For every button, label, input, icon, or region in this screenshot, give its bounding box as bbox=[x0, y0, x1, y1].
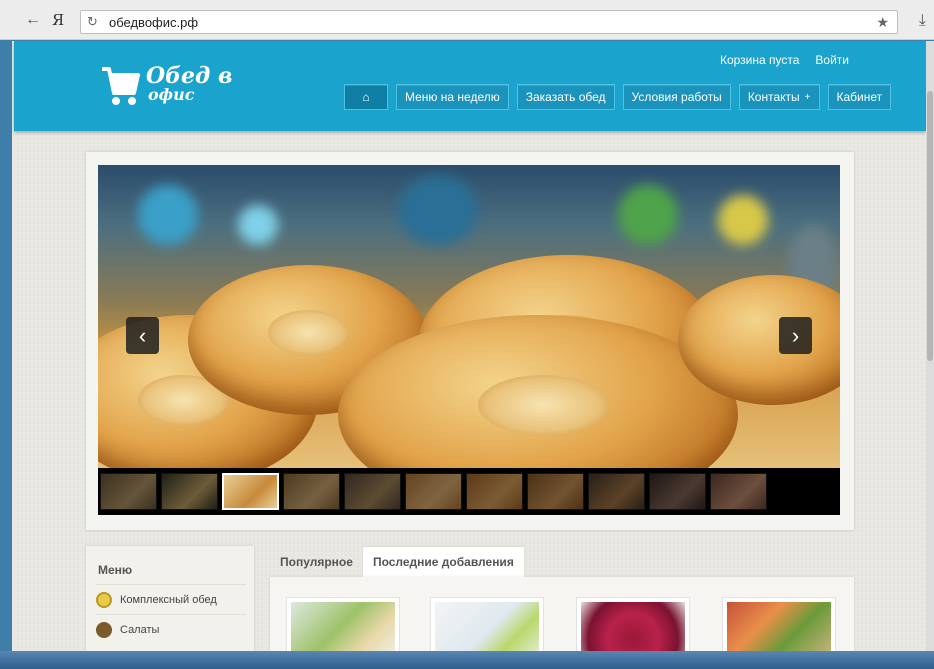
site-logo[interactable]: Обед в офис bbox=[100, 65, 232, 107]
nav-menu-week[interactable]: Меню на неделю bbox=[396, 84, 509, 110]
product-card[interactable] bbox=[430, 597, 544, 651]
slider-thumbnail[interactable] bbox=[222, 473, 279, 510]
slider-next-button[interactable]: › bbox=[779, 317, 812, 354]
sidebar-item-salads[interactable]: Салаты bbox=[96, 614, 246, 644]
browser-toolbar: ← Я ↻ обедвофис.рф ★ ⤓ bbox=[0, 0, 934, 40]
slider-thumbnail[interactable] bbox=[283, 473, 340, 510]
tab-latest[interactable]: Последние добавления bbox=[362, 547, 524, 577]
sidebar-menu: Меню Комплексный обед Салаты bbox=[86, 546, 254, 651]
back-arrow-icon[interactable]: ← bbox=[22, 9, 44, 31]
main-navigation: ⌂ Меню на неделю Заказать обед Условия р… bbox=[344, 84, 892, 110]
slider-thumbnail[interactable] bbox=[588, 473, 645, 510]
nav-order-lunch[interactable]: Заказать обед bbox=[516, 84, 615, 110]
nav-terms[interactable]: Условия работы bbox=[622, 84, 731, 110]
logo-subtitle: офис bbox=[148, 85, 195, 104]
tab-popular[interactable]: Популярное bbox=[270, 547, 363, 577]
nav-home-button[interactable]: ⌂ bbox=[344, 84, 388, 110]
yandex-logo[interactable]: Я bbox=[52, 11, 64, 29]
shopping-cart-icon bbox=[102, 67, 140, 105]
product-image bbox=[291, 602, 395, 651]
slider-thumbnail[interactable] bbox=[527, 473, 584, 510]
lunch-icon bbox=[96, 591, 112, 608]
slider-thumbnails bbox=[98, 468, 840, 515]
product-image bbox=[727, 602, 831, 651]
product-image bbox=[581, 602, 685, 651]
cart-status-link[interactable]: Корзина пуста bbox=[720, 53, 799, 67]
bookmark-star-icon[interactable]: ★ bbox=[876, 14, 889, 31]
nav-contacts-label: Контакты bbox=[747, 90, 800, 104]
products-panel bbox=[270, 577, 854, 651]
product-image bbox=[435, 602, 539, 651]
sidebar-item-label: Салаты bbox=[120, 623, 160, 636]
download-icon[interactable]: ⤓ bbox=[919, 12, 926, 30]
login-link[interactable]: Войти bbox=[815, 53, 849, 67]
reload-icon[interactable]: ↻ bbox=[87, 14, 103, 30]
image-slider: ‹ › bbox=[86, 152, 854, 530]
home-icon: ⌂ bbox=[362, 90, 370, 104]
product-tabs: Популярное Последние добавления bbox=[270, 547, 524, 577]
slide-image-pastries: ‹ › bbox=[98, 165, 840, 468]
expand-plus-icon: + bbox=[804, 91, 811, 103]
product-card[interactable] bbox=[722, 597, 836, 651]
sidebar-item-complex-lunch[interactable]: Комплексный обед bbox=[96, 584, 246, 614]
sidebar-item-label: Комплексный обед bbox=[120, 593, 217, 606]
nav-cabinet[interactable]: Кабинет bbox=[827, 84, 892, 110]
slider-thumbnail[interactable] bbox=[344, 473, 401, 510]
slider-thumbnail[interactable] bbox=[161, 473, 218, 510]
slider-thumbnail[interactable] bbox=[649, 473, 706, 510]
slider-thumbnail[interactable] bbox=[100, 473, 157, 510]
slider-thumbnail[interactable] bbox=[466, 473, 523, 510]
product-card[interactable] bbox=[576, 597, 690, 651]
salad-icon bbox=[96, 621, 112, 638]
slider-prev-button[interactable]: ‹ bbox=[126, 317, 159, 354]
address-bar[interactable]: ↻ обедвофис.рф ★ bbox=[80, 10, 898, 34]
os-taskbar bbox=[0, 651, 934, 669]
sidebar-title: Меню bbox=[98, 563, 133, 577]
url-text[interactable]: обедвофис.рф bbox=[109, 15, 198, 30]
product-card[interactable] bbox=[286, 597, 400, 651]
slider-thumbnail[interactable] bbox=[710, 473, 767, 510]
logo-title: Обед в bbox=[146, 63, 233, 89]
nav-contacts[interactable]: Контакты + bbox=[738, 84, 820, 110]
scrollbar-thumb[interactable] bbox=[927, 91, 933, 361]
site-header: Обед в офис Корзина пуста Войти ⌂ Меню н… bbox=[14, 41, 926, 131]
slider-thumbnail[interactable] bbox=[405, 473, 462, 510]
page-scrollbar[interactable] bbox=[926, 41, 934, 651]
web-page: Обед в офис Корзина пуста Войти ⌂ Меню н… bbox=[12, 41, 928, 651]
